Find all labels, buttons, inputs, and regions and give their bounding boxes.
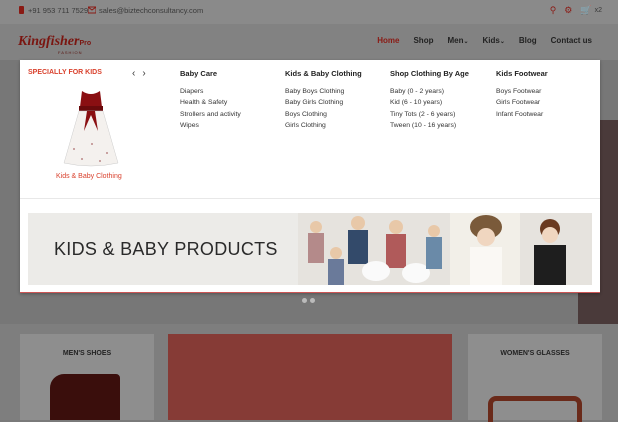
menu-item[interactable]: Girls Footwear [496,97,548,108]
panel-title: MEN'S SHOES [62,350,112,357]
nav-blog[interactable]: Blog [519,36,537,45]
special-title: SPECIALLY FOR KIDS [28,69,102,76]
column-heading[interactable]: Baby Care [180,69,241,78]
chevron-left-icon[interactable]: ‹ [132,69,135,79]
nav-kids[interactable]: Kids⌄ [483,36,505,45]
nav-shop[interactable]: Shop [413,36,433,45]
menu-item[interactable]: Tiny Tots (2 - 6 years) [390,109,469,120]
shoe-image [50,374,120,420]
logo-subtitle: FASHION [58,50,83,55]
slider-dot[interactable] [302,298,307,303]
top-icons: ⚲ ⚙ 🛒 x2 [550,5,602,16]
search-icon[interactable]: ⚲ [550,5,557,16]
dress-image[interactable] [62,89,120,167]
email-address: sales@biztechconsultancy.com [99,6,204,15]
cart-icon[interactable]: 🛒 [580,5,591,16]
menu-item[interactable]: Girls Clothing [285,120,362,131]
mail-icon [88,6,96,14]
banner-text: KIDS & BABY PRODUCTS [54,239,278,259]
chevron-right-icon[interactable]: › [142,69,145,79]
glasses-image [488,396,582,422]
menu-item[interactable]: Infant Footwear [496,109,548,120]
category-panels: MEN'S SHOES WOMEN'S GLASSES [0,324,618,422]
nav-men-label: Men [447,36,464,45]
menu-item[interactable]: Tween (10 - 16 years) [390,120,469,131]
chevron-down-icon: ⌄ [463,39,469,45]
promo-panel[interactable] [168,334,452,420]
womens-glasses-panel[interactable]: WOMEN'S GLASSES [468,334,602,422]
menu-column: Baby Care Diapers Health & Safety Stroll… [180,69,241,131]
menu-column: Shop Clothing By Age Baby (0 - 2 years) … [390,69,469,131]
phone-contact[interactable]: +91 953 711 7529 [18,6,88,15]
kids-photo [298,213,592,285]
site-header: KingfisherPro FASHION Home Shop Men⌄ Kid… [0,24,618,60]
nav-men[interactable]: Men⌄ [447,36,468,45]
phone-number: +91 953 711 7529 [28,6,89,15]
chevron-down-icon: ⌄ [499,39,505,45]
menu-item[interactable]: Strollers and activity [180,109,241,120]
email-contact[interactable]: sales@biztechconsultancy.com [88,6,203,15]
column-heading[interactable]: Kids Footwear [496,69,548,78]
nav-home[interactable]: Home [377,36,399,45]
menu-item[interactable]: Health & Safety [180,97,241,108]
menu-column: Kids & Baby Clothing Baby Boys Clothing … [285,69,362,131]
menu-item[interactable]: Baby Boys Clothing [285,86,362,97]
nav-contact[interactable]: Contact us [551,36,592,45]
slider-dot[interactable] [310,298,315,303]
divider [20,198,600,199]
featured-link[interactable]: Kids & Baby Clothing [56,173,122,180]
panel-title: WOMEN'S GLASSES [500,350,570,357]
menu-item[interactable]: Diapers [180,86,241,97]
mens-shoes-panel[interactable]: MEN'S SHOES [20,334,154,420]
gear-icon[interactable]: ⚙ [564,5,572,16]
slider-dots [302,298,315,303]
menu-item[interactable]: Kid (6 - 10 years) [390,97,469,108]
menu-item[interactable]: Baby Girls Clothing [285,97,362,108]
nav-kids-label: Kids [482,36,500,45]
phone-icon [19,6,24,14]
menu-item[interactable]: Boys Footwear [496,86,548,97]
logo-pro: Pro [79,40,92,47]
cart-count: x2 [594,7,602,14]
menu-item[interactable]: Baby (0 - 2 years) [390,86,469,97]
logo-name: Kingfisher [18,34,80,49]
main-nav: Home Shop Men⌄ Kids⌄ Blog Contact us [377,36,592,45]
carousel-arrows: ‹ › [132,69,146,79]
menu-item[interactable]: Boys Clothing [285,109,362,120]
site-logo[interactable]: KingfisherPro FASHION [18,32,92,55]
column-heading[interactable]: Shop Clothing By Age [390,69,469,78]
column-heading[interactable]: Kids & Baby Clothing [285,69,362,78]
top-bar: +91 953 711 7529 sales@biztechconsultanc… [0,0,618,24]
kids-banner[interactable]: KIDS & BABY PRODUCTS [28,213,592,285]
menu-item[interactable]: Wipes [180,120,241,131]
kids-mega-menu: SPECIALLY FOR KIDS ‹ › Kids & Baby Cloth… [20,60,600,293]
menu-column: Kids Footwear Boys Footwear Girls Footwe… [496,69,548,120]
